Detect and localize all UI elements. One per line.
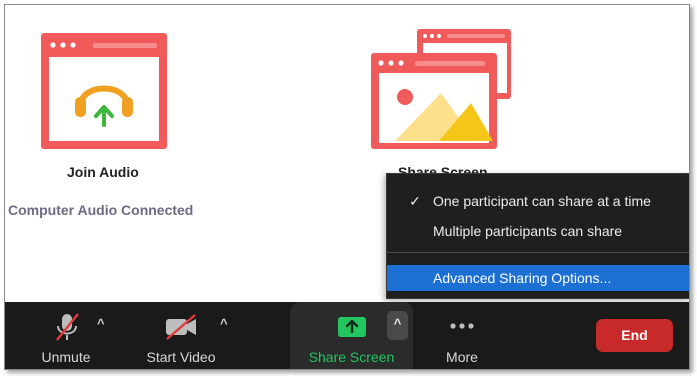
- menu-divider: [387, 252, 689, 253]
- checkmark-icon: ✓: [409, 193, 421, 209]
- share-options-chevron-up-icon[interactable]: ^: [387, 311, 408, 340]
- join-audio-title[interactable]: Join Audio: [67, 164, 139, 180]
- start-video-button[interactable]: Start Video: [138, 302, 224, 369]
- share-screen-group: Share Screen ^: [290, 302, 413, 369]
- video-off-icon: [166, 314, 196, 340]
- menu-item-multiple-participants[interactable]: Multiple participants can share: [387, 218, 689, 244]
- join-audio-illustration[interactable]: [39, 31, 169, 151]
- share-options-menu: ✓ One participant can share at a time Mu…: [386, 173, 689, 299]
- meeting-toolbar: Unmute ^ Start Video ^ Share Screen ^ Mo…: [5, 302, 689, 369]
- share-screen-label: Share Screen: [308, 349, 395, 365]
- end-meeting-button[interactable]: End: [596, 319, 673, 352]
- more-button[interactable]: More: [437, 302, 487, 369]
- video-options-chevron-up-icon[interactable]: ^: [220, 316, 228, 331]
- menu-item-label: Advanced Sharing Options...: [433, 270, 612, 286]
- audio-options-chevron-up-icon[interactable]: ^: [97, 316, 105, 331]
- menu-item-one-participant[interactable]: ✓ One participant can share at a time: [387, 188, 689, 214]
- main-window: Join Audio Computer Audio Connected Shar…: [4, 4, 690, 370]
- menu-item-label: Multiple participants can share: [433, 223, 623, 239]
- more-label: More: [446, 349, 478, 365]
- menu-item-label: One participant can share at a time: [433, 193, 651, 209]
- menu-item-advanced-sharing[interactable]: Advanced Sharing Options...: [387, 265, 689, 291]
- share-screen-arrow-icon: [338, 317, 366, 337]
- share-screen-button[interactable]: Share Screen: [290, 302, 394, 369]
- muted-microphone-icon: [56, 313, 79, 341]
- unmute-label: Unmute: [41, 349, 91, 365]
- audio-status-text: Computer Audio Connected: [8, 202, 194, 218]
- start-video-label: Start Video: [146, 349, 216, 365]
- unmute-button[interactable]: Unmute: [31, 302, 101, 369]
- share-screen-illustration[interactable]: [369, 27, 515, 153]
- more-dots-icon: [450, 323, 474, 329]
